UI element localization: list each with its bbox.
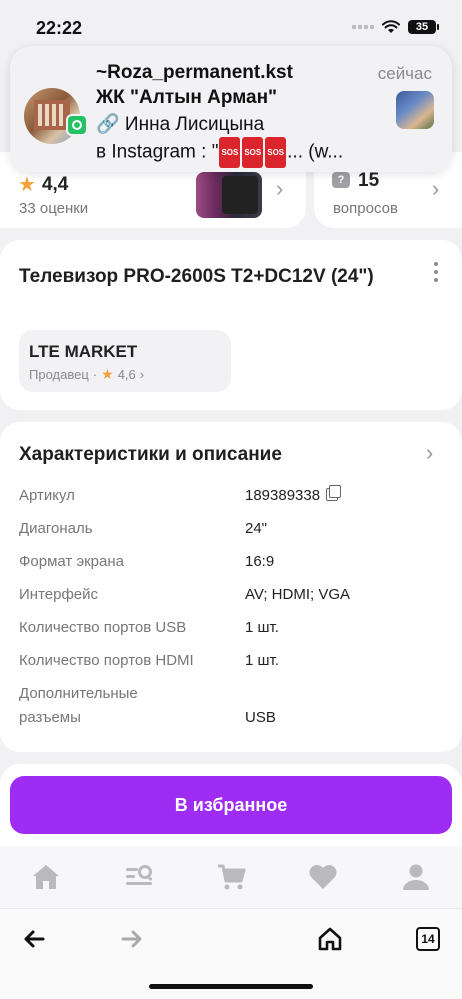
tabs-button[interactable]: 14 bbox=[412, 923, 444, 955]
home-outline-icon bbox=[318, 927, 342, 951]
notification-body: 🔗 Инна Лисицына в Instagram : " SOS SOS SOS… bbox=[96, 112, 396, 168]
star-icon: ★ bbox=[101, 366, 114, 382]
questions-count: 15 bbox=[358, 170, 380, 191]
arrow-right-icon bbox=[121, 930, 142, 948]
notification-time: сейчас bbox=[377, 64, 432, 83]
seller-card[interactable]: LTE MARKET Продавец · ★ 4,6 › bbox=[19, 330, 231, 392]
spec-value: 1 шт. bbox=[245, 619, 279, 636]
notification-banner[interactable]: ~Roza_permanent.kst ЖК "Алтын Арман" 🔗 И… bbox=[10, 46, 452, 172]
whatsapp-icon bbox=[66, 114, 88, 136]
chevron-right-icon: › bbox=[139, 367, 145, 382]
rating-count: 33 оценки bbox=[19, 200, 89, 217]
review-photo-thumbnail[interactable] bbox=[196, 172, 262, 218]
battery-icon: 35 bbox=[408, 20, 439, 34]
spec-label: Дополнительные разъемы bbox=[19, 685, 138, 726]
specs-card: Характеристики и описание › Артикул 1893… bbox=[0, 422, 462, 752]
wifi-icon bbox=[382, 20, 400, 33]
cart-icon bbox=[217, 864, 246, 890]
sos-emoji: SOS bbox=[265, 137, 287, 168]
home-icon bbox=[33, 865, 60, 889]
sos-emoji: SOS bbox=[219, 137, 241, 168]
spec-value: 189389338 bbox=[245, 484, 342, 508]
notification-thumbnail bbox=[396, 91, 434, 129]
star-icon: ★ bbox=[18, 174, 36, 196]
status-bar: 22:22 35 bbox=[0, 0, 462, 50]
arrow-left-icon bbox=[24, 930, 45, 948]
spec-value: USB bbox=[245, 709, 276, 726]
seller-rating: 4,6 bbox=[117, 367, 136, 382]
add-to-favorites-button[interactable]: В избранное bbox=[10, 776, 452, 834]
nav-home[interactable] bbox=[22, 857, 70, 897]
spec-value: AV; HDMI; VGA bbox=[245, 586, 351, 603]
status-icons: 35 bbox=[352, 20, 439, 34]
question-icon: ? bbox=[332, 172, 350, 188]
specs-title[interactable]: Характеристики и описание bbox=[19, 444, 282, 466]
product-card: Телевизор PRO-2600S T2+DC12V (24") LTE M… bbox=[0, 240, 462, 410]
seller-role: Продавец bbox=[29, 367, 89, 382]
copy-icon[interactable] bbox=[326, 485, 342, 501]
spec-label: Количество портов HDMI bbox=[19, 652, 194, 669]
spec-value: 16:9 bbox=[245, 553, 275, 570]
spec-label: Количество портов USB bbox=[19, 619, 187, 636]
spec-label: Артикул bbox=[19, 487, 75, 504]
chevron-right-icon: › bbox=[276, 176, 284, 201]
nav-cart[interactable] bbox=[207, 857, 255, 897]
rating-number: 4,4 bbox=[41, 173, 69, 195]
notification-title: ~Roza_permanent.kst bbox=[96, 62, 293, 83]
sos-emoji: SOS bbox=[242, 137, 264, 168]
chevron-right-icon[interactable]: › bbox=[426, 440, 433, 466]
chevron-right-icon: › bbox=[432, 176, 440, 201]
heart-icon bbox=[309, 865, 337, 889]
more-options-icon[interactable] bbox=[434, 262, 438, 282]
catalog-search-icon bbox=[125, 865, 152, 885]
spec-label: Диагональ bbox=[19, 520, 93, 537]
status-time: 22:22 bbox=[36, 18, 83, 38]
rating-value: ★ 4,4 bbox=[18, 172, 68, 197]
notification-body-line1: 🔗 Инна Лисицына bbox=[96, 114, 265, 135]
home-button[interactable] bbox=[314, 923, 346, 955]
bottom-nav bbox=[0, 846, 462, 908]
profile-icon bbox=[402, 864, 429, 890]
questions-label: вопросов bbox=[333, 200, 398, 217]
nav-favorites[interactable] bbox=[299, 857, 347, 897]
spec-value: 24" bbox=[245, 520, 268, 537]
nav-catalog[interactable] bbox=[115, 857, 163, 897]
nav-profile[interactable] bbox=[392, 857, 440, 897]
product-title: Телевизор PRO-2600S T2+DC12V (24") bbox=[19, 266, 374, 287]
notification-subtitle: ЖК "Алтын Арман" bbox=[96, 87, 278, 108]
spec-label: Интерфейс bbox=[19, 586, 99, 603]
notification-body-line2: в Instagram : " SOS SOS SOS... (w... bbox=[96, 137, 396, 168]
seller-separator: · bbox=[92, 367, 98, 382]
forward-button[interactable] bbox=[116, 923, 148, 955]
seller-meta: Продавец · ★ 4,6 › bbox=[29, 366, 144, 383]
back-button[interactable] bbox=[18, 923, 50, 955]
spec-value: 1 шт. bbox=[245, 652, 279, 669]
tabs-count-icon: 14 bbox=[416, 927, 440, 951]
spec-label: Формат экрана bbox=[19, 553, 124, 570]
home-indicator bbox=[149, 984, 313, 989]
signal-icon bbox=[352, 25, 374, 29]
seller-name: LTE MARKET bbox=[29, 342, 138, 361]
